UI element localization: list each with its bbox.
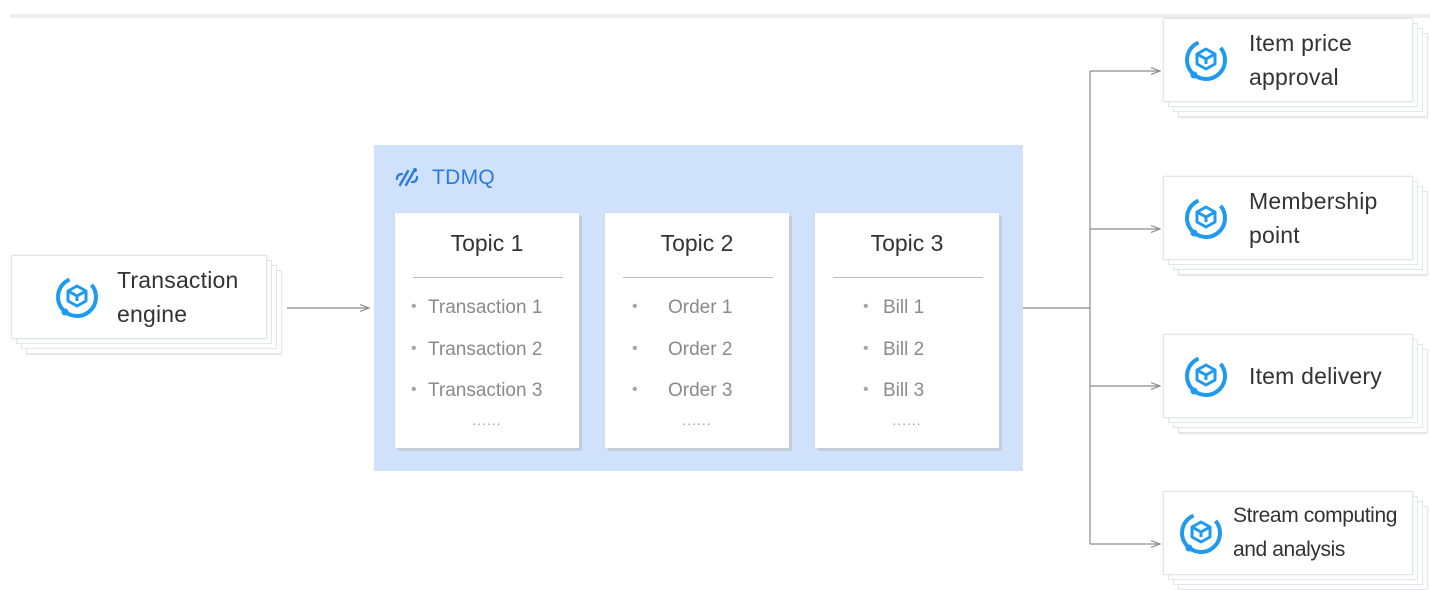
topic-card: Topic 1 • Transaction 1 • Transaction 2 … [395,213,579,448]
service-icon [1180,512,1222,554]
topic-title: Topic 3 [870,230,944,256]
consumer-node-stream-analysis: Stream computing and analysis [1163,491,1428,590]
consumer-label-line2: point [1249,222,1300,248]
topic-title: Topic 1 [450,230,524,256]
topic-title: Topic 2 [660,230,734,256]
service-icon [1185,197,1227,239]
producer-label-line2: engine [117,301,188,327]
consumer-node-membership: Membership point [1163,176,1428,275]
service-icon [56,276,98,318]
topic-divider [623,277,773,278]
service-icon [1185,39,1227,81]
topic-more-ellipsis: ...... [682,412,712,428]
consumer-label-line2: and analysis [1233,538,1345,561]
consumer-label-line1: Item price [1249,30,1352,56]
consumer-label-line1: Membership [1249,188,1378,214]
topic-card: Topic 3 • Bill 1 • Bill 2 • Bill 3 .....… [815,213,999,448]
producer-node: Transaction engine [11,255,282,354]
producer-label-line1: Transaction [117,267,239,293]
consumer-label-line2: approval [1249,64,1339,90]
tdmq-title: TDMQ [432,166,496,189]
consumer-node-price-approval: Item price approval [1163,18,1428,117]
service-icon [1185,355,1227,397]
consumer-label-line1: Stream computing [1233,504,1398,527]
tdmq-panel: TDMQ Topic 1 • Transaction 1 • Transacti… [374,145,1023,471]
topic-more-ellipsis: ...... [472,412,502,428]
consumer-label-line1: Item delivery [1249,363,1382,389]
topic-more-ellipsis: ...... [892,412,922,428]
topic-divider [833,277,983,278]
consumer-node-delivery: Item delivery [1163,334,1428,433]
tdmq-logo-icon [395,168,419,187]
topic-card: Topic 2 • Order 1 • Order 2 • Order 3 ..… [605,213,789,448]
topic-divider [413,277,563,278]
